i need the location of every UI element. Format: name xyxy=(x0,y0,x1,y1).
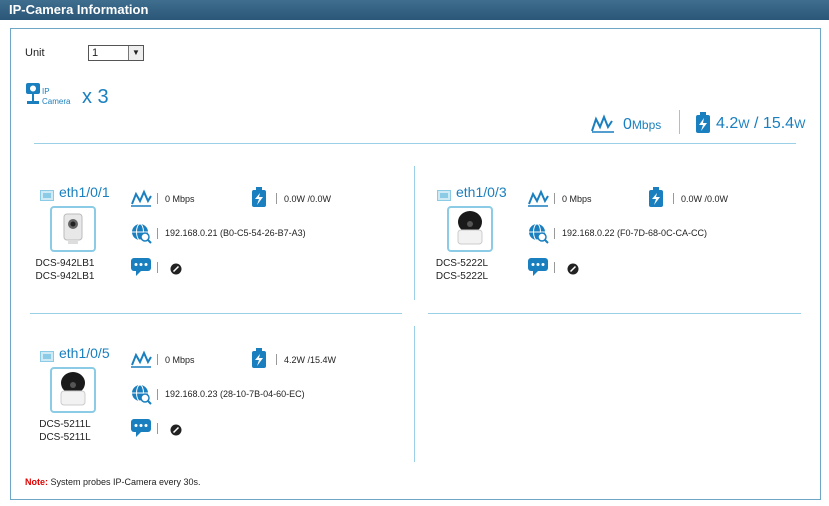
message-icon[interactable] xyxy=(527,257,549,282)
network-search-icon xyxy=(527,222,549,249)
port-title: eth1/0/5 xyxy=(59,345,110,361)
power-icon xyxy=(252,348,266,373)
throughput-icon xyxy=(130,349,152,374)
grid-divider xyxy=(428,313,801,314)
port-icon xyxy=(437,188,451,201)
edit-icon[interactable] xyxy=(567,262,579,280)
separator xyxy=(157,193,158,204)
grid-divider xyxy=(414,166,415,300)
edit-icon[interactable] xyxy=(170,262,182,280)
separator xyxy=(157,423,158,434)
separator xyxy=(276,354,277,365)
camera-thumbnail xyxy=(447,206,493,252)
network-search-icon xyxy=(130,383,152,410)
port-icon xyxy=(40,349,54,362)
window-title: IP-Camera Information xyxy=(0,0,829,20)
port-icon xyxy=(40,188,54,201)
separator xyxy=(554,228,555,239)
unit-select[interactable]: 1 ▼ xyxy=(88,45,144,61)
message-icon[interactable] xyxy=(130,257,152,282)
separator xyxy=(157,228,158,239)
svg-text:Camera: Camera xyxy=(42,97,71,106)
separator xyxy=(554,262,555,273)
port-power: 0.0W /0.0W xyxy=(681,194,729,204)
grid-divider xyxy=(30,313,402,314)
port-ip-mac: 192.168.0.22 (F0-7D-68-0C-CA-CC) xyxy=(562,228,708,238)
port-throughput: 0 Mbps xyxy=(165,355,195,365)
edit-icon[interactable] xyxy=(170,423,182,441)
port-power: 4.2W /15.4W xyxy=(284,355,337,365)
svg-text:IP: IP xyxy=(42,87,50,96)
separator xyxy=(157,262,158,273)
power-icon xyxy=(649,187,663,212)
message-icon[interactable] xyxy=(130,418,152,443)
port-ip-mac: 192.168.0.21 (B0-C5-54-26-B7-A3) xyxy=(165,228,306,238)
ip-camera-icon: IP Camera xyxy=(26,83,71,106)
total-throughput: 0Mbps xyxy=(623,116,662,133)
camera-model: DCS-5211L xyxy=(39,419,91,430)
camera-model: DCS-5211L xyxy=(39,432,91,443)
note-text: System probes IP-Camera every 30s. xyxy=(48,477,201,487)
power-icon xyxy=(252,187,266,212)
separator xyxy=(157,389,158,400)
unit-label: Unit xyxy=(25,47,45,59)
summary-separator xyxy=(34,143,796,144)
camera-model: DCS-5222L xyxy=(435,258,489,269)
power-icon xyxy=(696,112,710,133)
camera-model: DCS-5222L xyxy=(435,271,489,282)
port-title: eth1/0/1 xyxy=(59,184,110,200)
separator xyxy=(554,193,555,204)
note: Note: System probes IP-Camera every 30s. xyxy=(25,477,201,487)
separator xyxy=(673,193,674,204)
throughput-icon xyxy=(591,114,614,133)
port-throughput: 0 Mbps xyxy=(165,194,195,204)
chevron-down-icon[interactable]: ▼ xyxy=(128,46,143,60)
camera-count: x 3 xyxy=(82,86,109,108)
camera-thumbnail xyxy=(50,367,96,413)
network-search-icon xyxy=(130,222,152,249)
port-power: 0.0W /0.0W xyxy=(284,194,332,204)
unit-select-value: 1 xyxy=(92,47,99,59)
port-throughput: 0 Mbps xyxy=(562,194,592,204)
total-power: 4.2W / 15.4W xyxy=(716,115,806,132)
camera-model: DCS-942LB1 xyxy=(35,258,95,269)
throughput-icon xyxy=(527,188,549,213)
separator xyxy=(157,354,158,365)
grid-divider xyxy=(414,326,415,462)
camera-thumbnail xyxy=(50,206,96,252)
separator xyxy=(276,193,277,204)
note-label: Note: xyxy=(25,477,48,487)
throughput-icon xyxy=(130,188,152,213)
camera-model: DCS-942LB1 xyxy=(35,271,95,282)
port-ip-mac: 192.168.0.23 (28-10-7B-04-60-EC) xyxy=(165,389,305,399)
summary-divider xyxy=(679,110,680,134)
port-title: eth1/0/3 xyxy=(456,184,507,200)
